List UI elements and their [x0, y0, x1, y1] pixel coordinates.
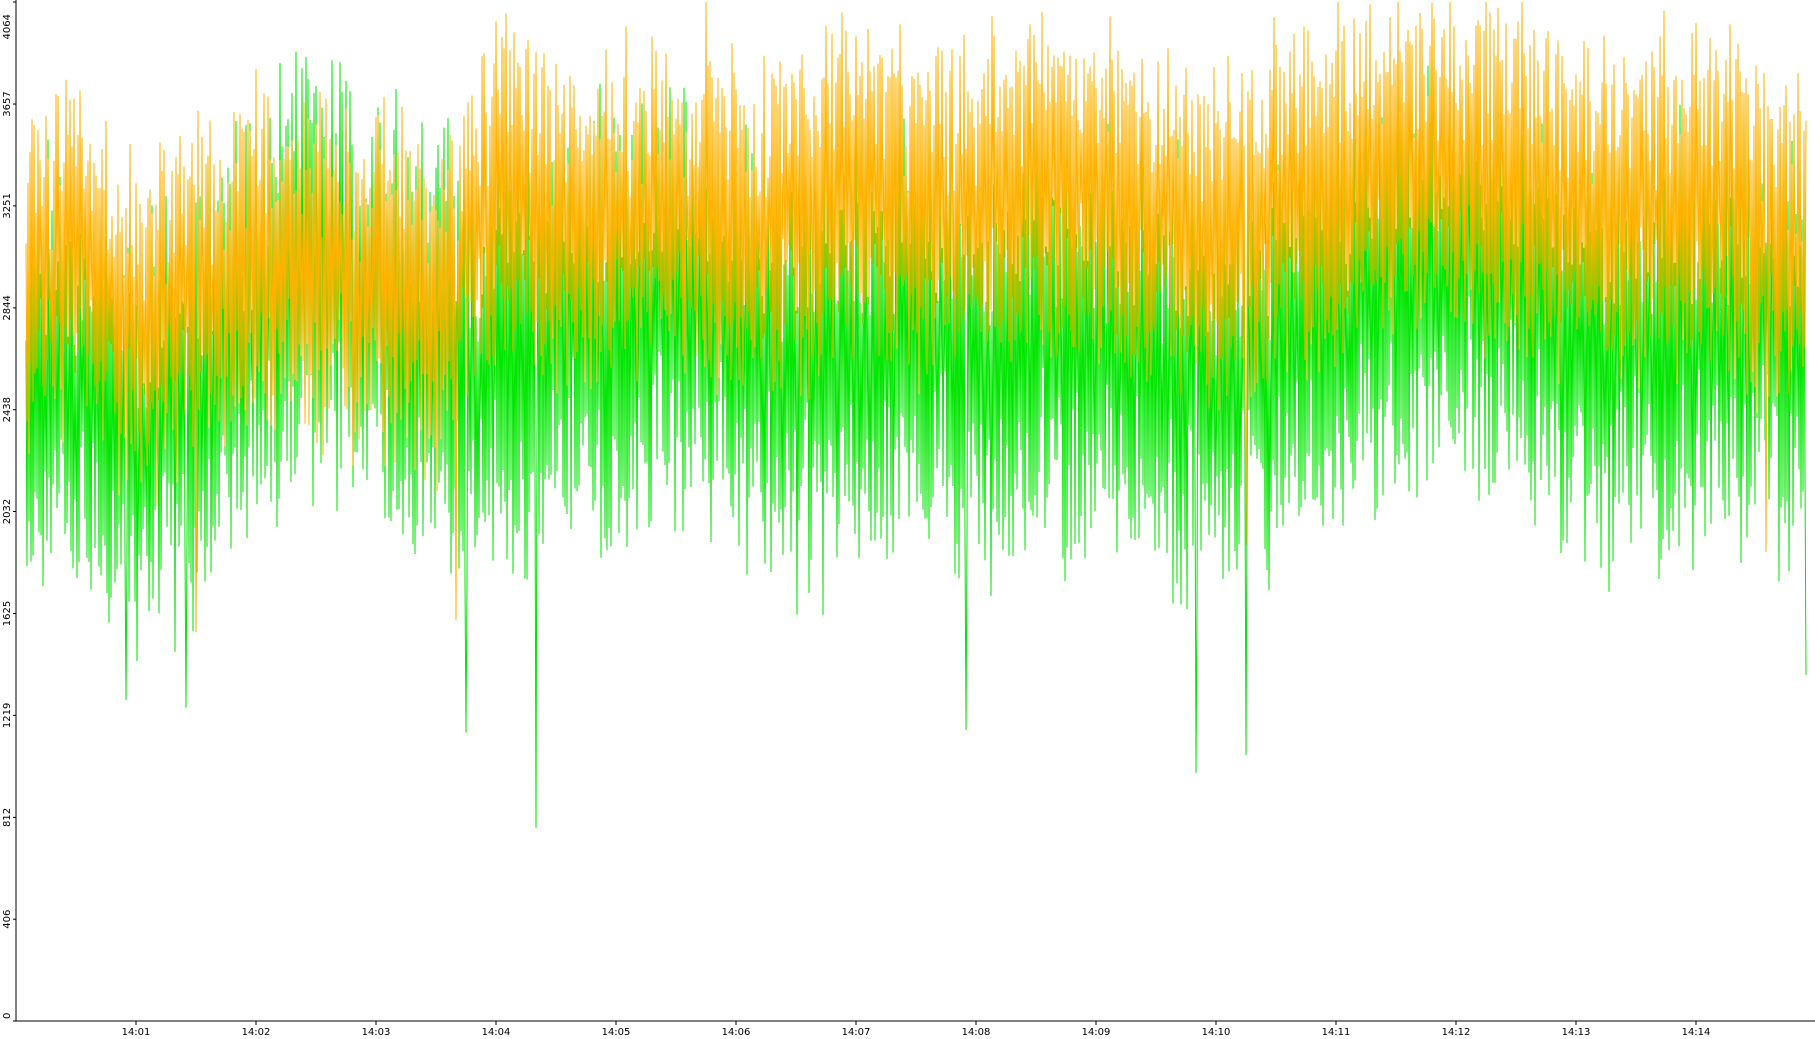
series-layer	[25, 1, 1807, 828]
x-tick-label: 14:02	[242, 1027, 271, 1038]
y-tick-label: 2844	[2, 295, 13, 320]
y-tick-label: 406	[2, 910, 13, 929]
x-tick-label: 14:06	[722, 1027, 751, 1038]
x-tick-label: 14:07	[842, 1027, 871, 1038]
y-tick-label: 812	[2, 808, 13, 827]
chart-svg: 040681212191625203224382844325136574064 …	[2, 0, 1815, 1038]
y-tick-label: 3251	[2, 193, 13, 218]
y-tick-label: 3657	[2, 91, 13, 116]
x-tick-group: 14:01 14:02 14:03 14:04 14:05 14:06 14:07 14:08…	[122, 1021, 1711, 1038]
x-tick-label: 14:09	[1082, 1027, 1111, 1038]
x-tick-label: 14:13	[1562, 1027, 1591, 1038]
y-tick-label: 1625	[2, 601, 13, 626]
x-tick-label: 14:12	[1442, 1027, 1471, 1038]
x-tick-label: 14:05	[602, 1027, 631, 1038]
y-tick-group: 0 406 812 1219 1625 2032 2438 2844 3251 3657 4064	[2, 1, 16, 1022]
y-tick-label: 2438	[2, 397, 13, 422]
y-tick-label: 2032	[2, 499, 13, 524]
x-tick-label: 14:10	[1202, 1027, 1231, 1038]
y-tick-label: 4064	[2, 14, 13, 39]
x-tick-label: 14:14	[1682, 1027, 1711, 1038]
y-tick-label: 1219	[2, 703, 13, 728]
x-tick-label: 14:04	[482, 1027, 511, 1038]
x-tick-label: 14:11	[1322, 1027, 1351, 1038]
x-tick-label: 14:03	[362, 1027, 391, 1038]
x-tick-label: 14:01	[122, 1027, 151, 1038]
y-tick-label: 0	[2, 1013, 13, 1019]
x-tick-label: 14:08	[962, 1027, 991, 1038]
